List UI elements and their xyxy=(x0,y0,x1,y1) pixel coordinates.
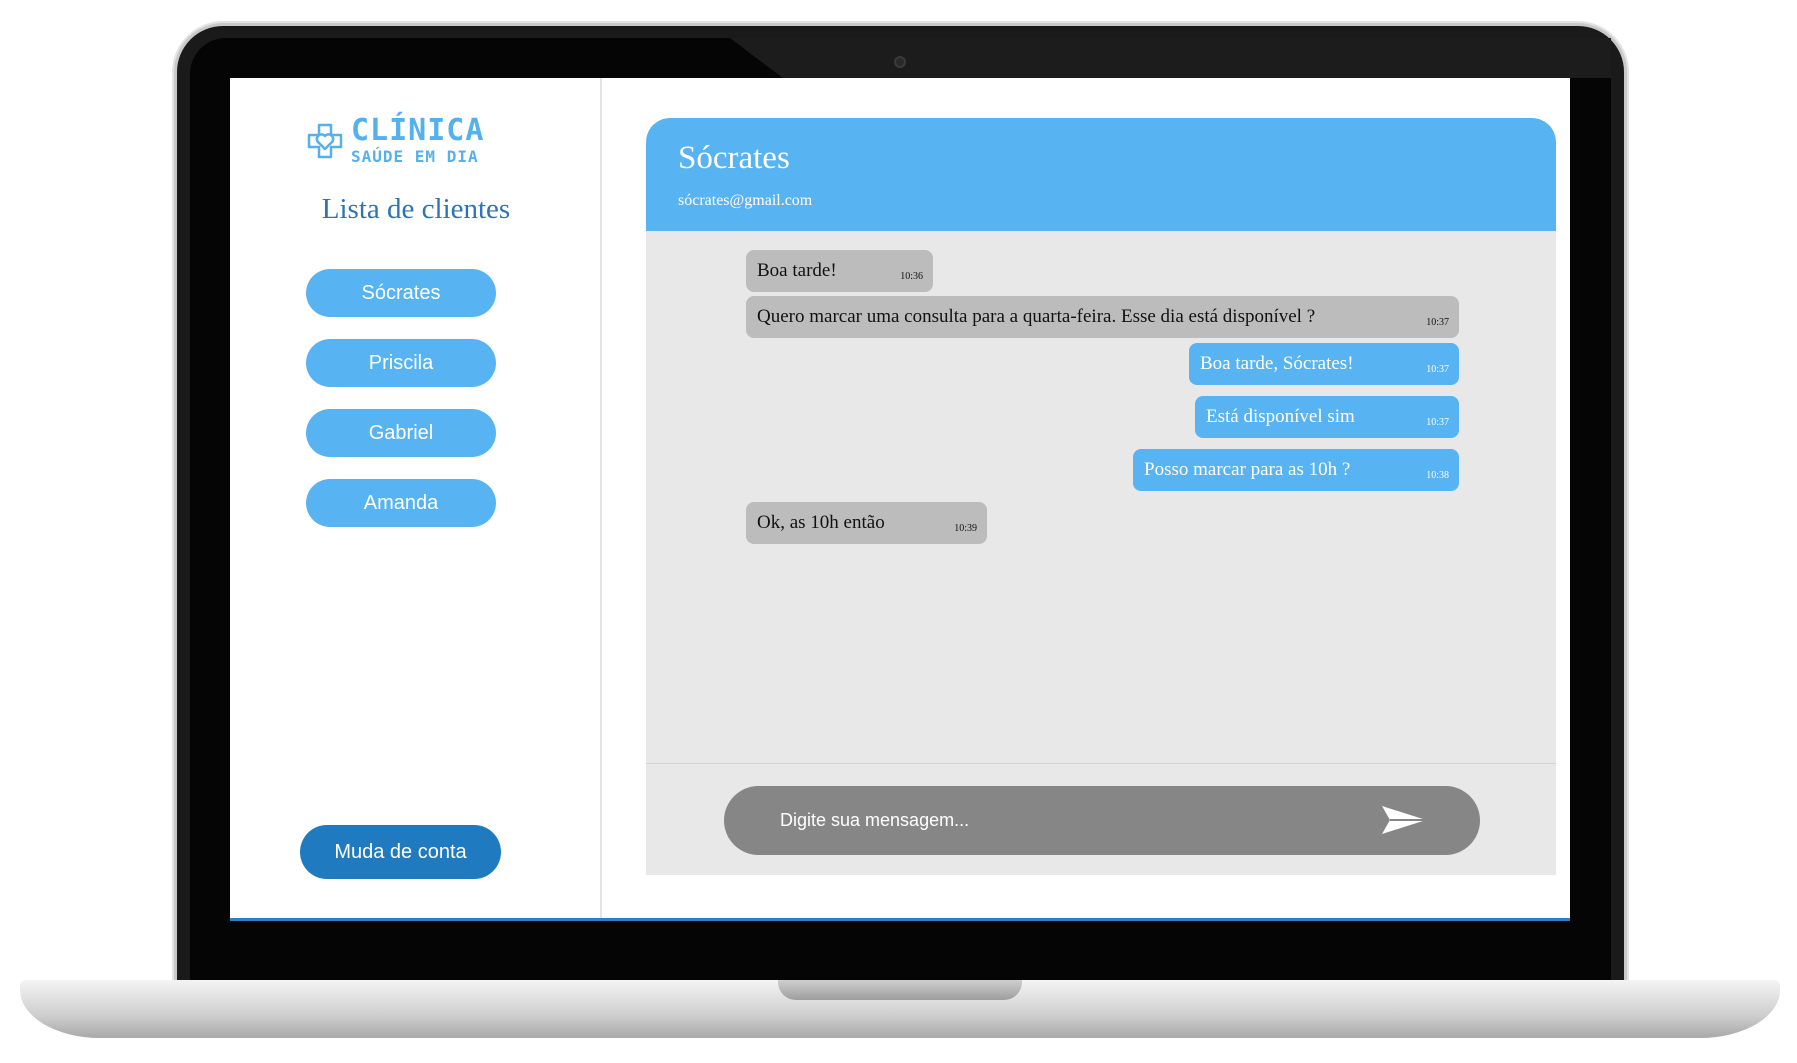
heart-cross-icon xyxy=(307,123,343,159)
switch-account-button[interactable]: Muda de conta xyxy=(300,825,501,879)
client-item-gabriel[interactable]: Gabriel xyxy=(306,409,496,457)
message-bubble: Quero marcar uma consulta para a quarta-… xyxy=(746,296,1459,338)
message-text: Quero marcar uma consulta para a quarta-… xyxy=(757,306,1316,327)
logo-title: CLÍNICA xyxy=(351,113,485,148)
client-item-priscila[interactable]: Priscila xyxy=(306,339,496,387)
clinic-logo: CLÍNICA SAÚDE EM DIA xyxy=(305,116,484,166)
app-screen: CLÍNICA SAÚDE EM DIA Lista de clientes S… xyxy=(230,78,1570,921)
message-bubble: Boa tarde! 10:36 xyxy=(746,250,933,292)
contact-name: Sócrates xyxy=(678,140,790,176)
contact-email: sócrates@gmail.com xyxy=(678,192,813,209)
send-icon[interactable] xyxy=(1380,804,1428,836)
message-time: 10:36 xyxy=(900,271,923,282)
composer-divider xyxy=(646,763,1556,764)
message-bubble: Está disponível sim 10:37 xyxy=(1195,396,1459,438)
chat-header: Sócrates sócrates@gmail.com xyxy=(646,118,1556,231)
client-list-title: Lista de clientes xyxy=(321,193,511,225)
message-bubble: Boa tarde, Sócrates! 10:37 xyxy=(1189,343,1459,385)
client-list: Sócrates Priscila Gabriel Amanda xyxy=(306,269,496,549)
message-text: Posso marcar para as 10h ? xyxy=(1144,459,1351,480)
message-time: 10:37 xyxy=(1426,317,1449,328)
client-item-amanda[interactable]: Amanda xyxy=(306,479,496,527)
message-time: 10:38 xyxy=(1426,470,1449,481)
message-composer xyxy=(724,786,1480,855)
chat-panel: Sócrates sócrates@gmail.com Boa tarde! 1… xyxy=(646,118,1556,875)
message-time: 10:37 xyxy=(1426,417,1449,428)
screen-glare xyxy=(730,38,1611,78)
laptop-notch xyxy=(778,980,1022,1000)
message-list: Boa tarde! 10:36 Quero marcar uma consul… xyxy=(646,231,1556,763)
message-text: Boa tarde, Sócrates! xyxy=(1200,353,1354,374)
logo-subtitle: SAÚDE EM DIA xyxy=(351,147,479,166)
message-text: Boa tarde! xyxy=(757,260,837,281)
message-time: 10:39 xyxy=(954,523,977,534)
sidebar: CLÍNICA SAÚDE EM DIA Lista de clientes S… xyxy=(230,78,602,918)
message-text: Está disponível sim xyxy=(1206,406,1355,427)
message-bubble: Posso marcar para as 10h ? 10:38 xyxy=(1133,449,1459,491)
message-time: 10:37 xyxy=(1426,364,1449,375)
message-text: Ok, as 10h então xyxy=(757,512,885,533)
camera-icon xyxy=(894,56,906,68)
message-bubble: Ok, as 10h então 10:39 xyxy=(746,502,987,544)
client-item-socrates[interactable]: Sócrates xyxy=(306,269,496,317)
message-input[interactable] xyxy=(780,786,1380,855)
